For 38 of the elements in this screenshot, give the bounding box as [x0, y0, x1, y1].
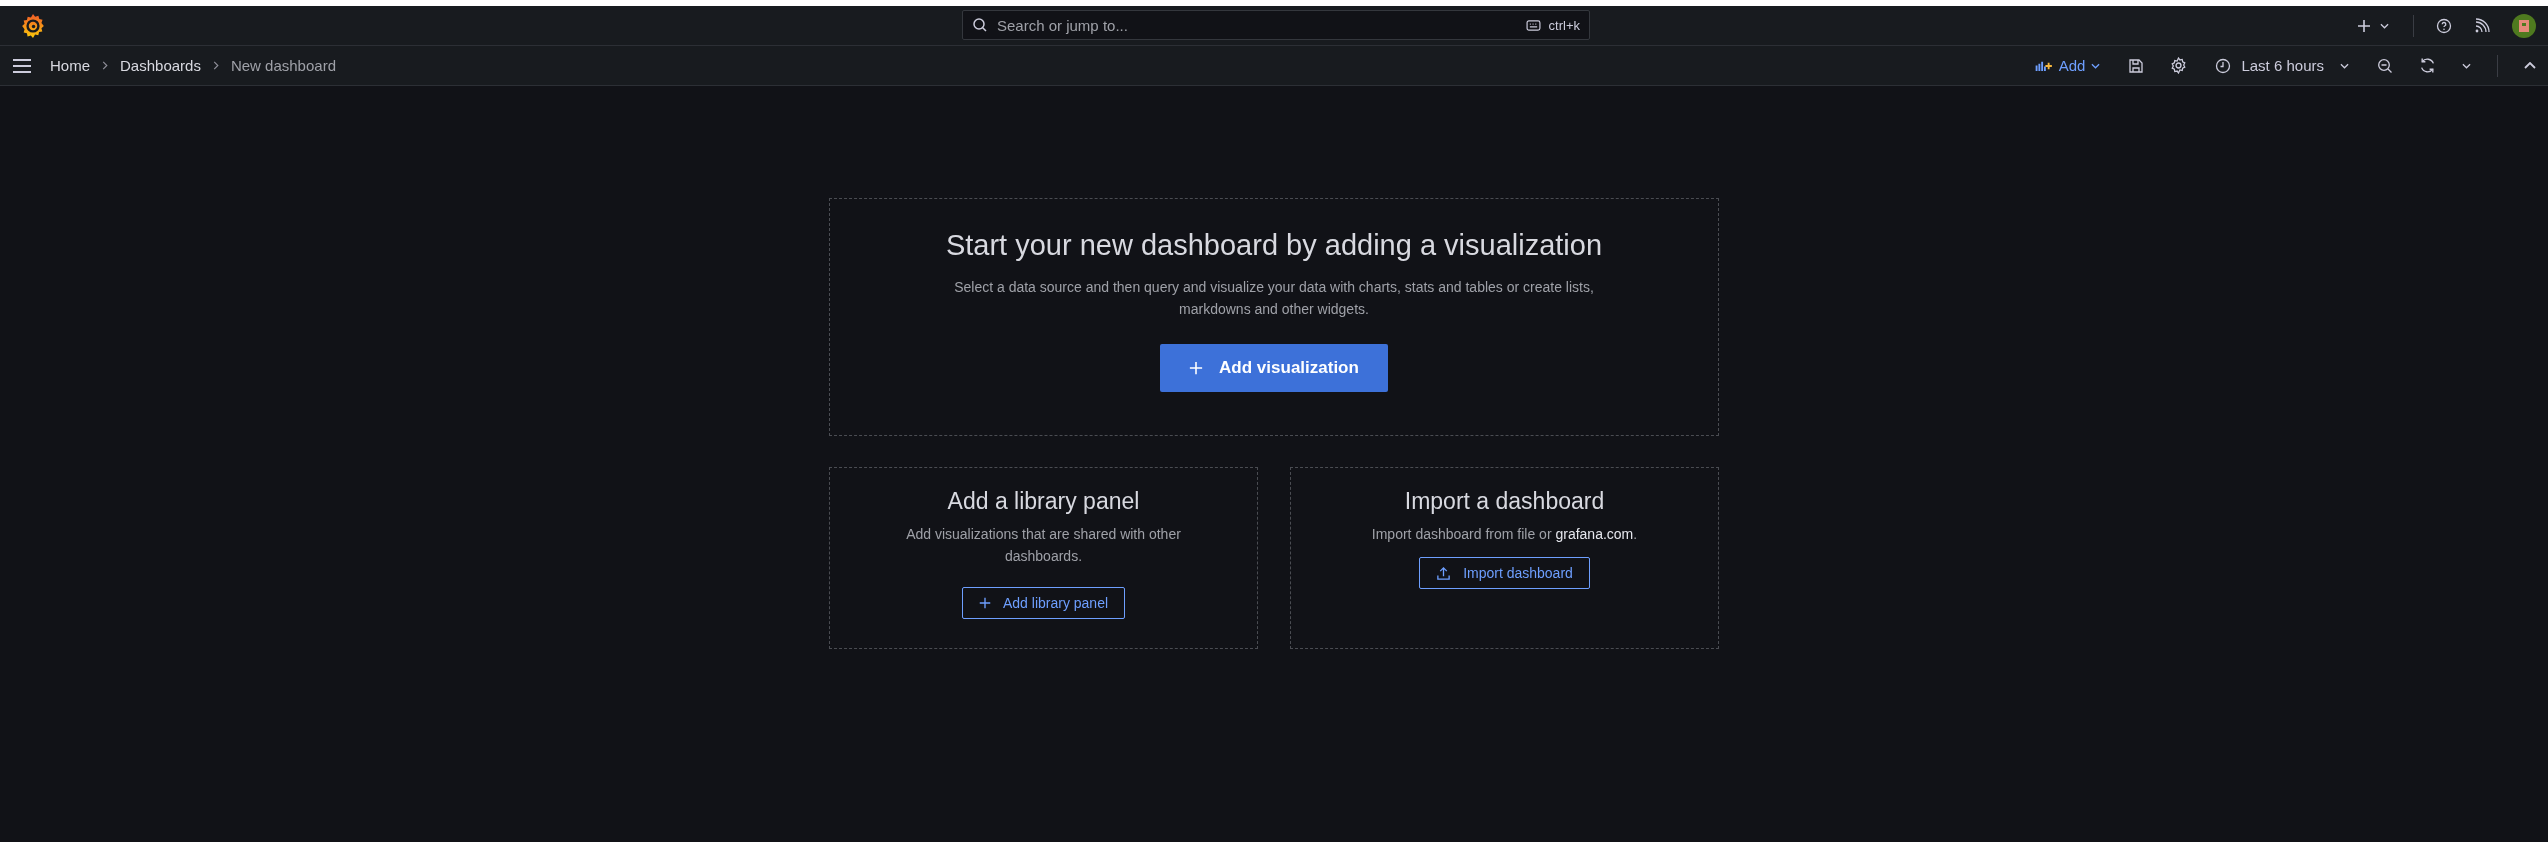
chevron-down-icon[interactable]: [2462, 62, 2471, 69]
card-title: Add a library panel: [947, 488, 1140, 515]
chevron-down-icon: [2380, 22, 2389, 29]
menu-icon[interactable]: [12, 58, 32, 73]
rss-icon[interactable]: [2474, 17, 2490, 34]
chevron-right-icon: [102, 61, 108, 70]
breadcrumb-link[interactable]: Home: [50, 57, 90, 74]
add-button[interactable]: Add: [2032, 55, 2103, 76]
avatar-icon[interactable]: [2512, 13, 2536, 38]
card-description: Import dashboard from file or grafana.com.: [1371, 525, 1638, 544]
chevron-down-icon: [2340, 62, 2349, 69]
keyboard-icon: [1525, 19, 1541, 31]
plus-icon: [2356, 17, 2372, 34]
card-title: Import a dashboard: [1404, 488, 1605, 515]
logo-icon[interactable]: [20, 12, 46, 39]
chevron-down-icon: [2091, 62, 2101, 69]
card-description: Add visualizations that are shared with other dashboards.: [905, 525, 1182, 566]
card-title: Start your new dashboard by adding a visualization: [945, 229, 1603, 262]
time-range-picker[interactable]: Last 6 hours: [2213, 55, 2351, 76]
breadcrumb-link[interactable]: Dashboards: [120, 57, 201, 74]
add-visualization-button[interactable]: Add visualization: [1160, 344, 1388, 392]
bar-chart-plus-icon: [2034, 59, 2053, 72]
settings-icon[interactable]: [2170, 57, 2188, 74]
import-dashboard-button[interactable]: Import dashboard: [1419, 557, 1590, 589]
help-icon[interactable]: [2436, 17, 2452, 34]
plus-icon: [978, 597, 991, 609]
refresh-icon[interactable]: [2419, 57, 2436, 74]
zoom-out-icon[interactable]: [2377, 57, 2393, 74]
add-library-panel-button[interactable]: Add library panel: [961, 587, 1126, 619]
shortcut-hint: ctrl+k: [1548, 17, 1580, 33]
save-icon[interactable]: [2128, 57, 2145, 74]
chevron-right-icon: [212, 61, 219, 70]
breadcrumb-link[interactable]: New dashboard: [230, 57, 336, 74]
card-description: Select a data source and then query and visualize your data with charts, stats and tables or create lists, markdowns and other widgets.: [953, 278, 1595, 319]
upload-icon: [1436, 565, 1452, 581]
plus-icon: [1189, 361, 1204, 375]
chevron-up-icon[interactable]: [2524, 62, 2536, 69]
clock-icon: [2215, 57, 2232, 74]
